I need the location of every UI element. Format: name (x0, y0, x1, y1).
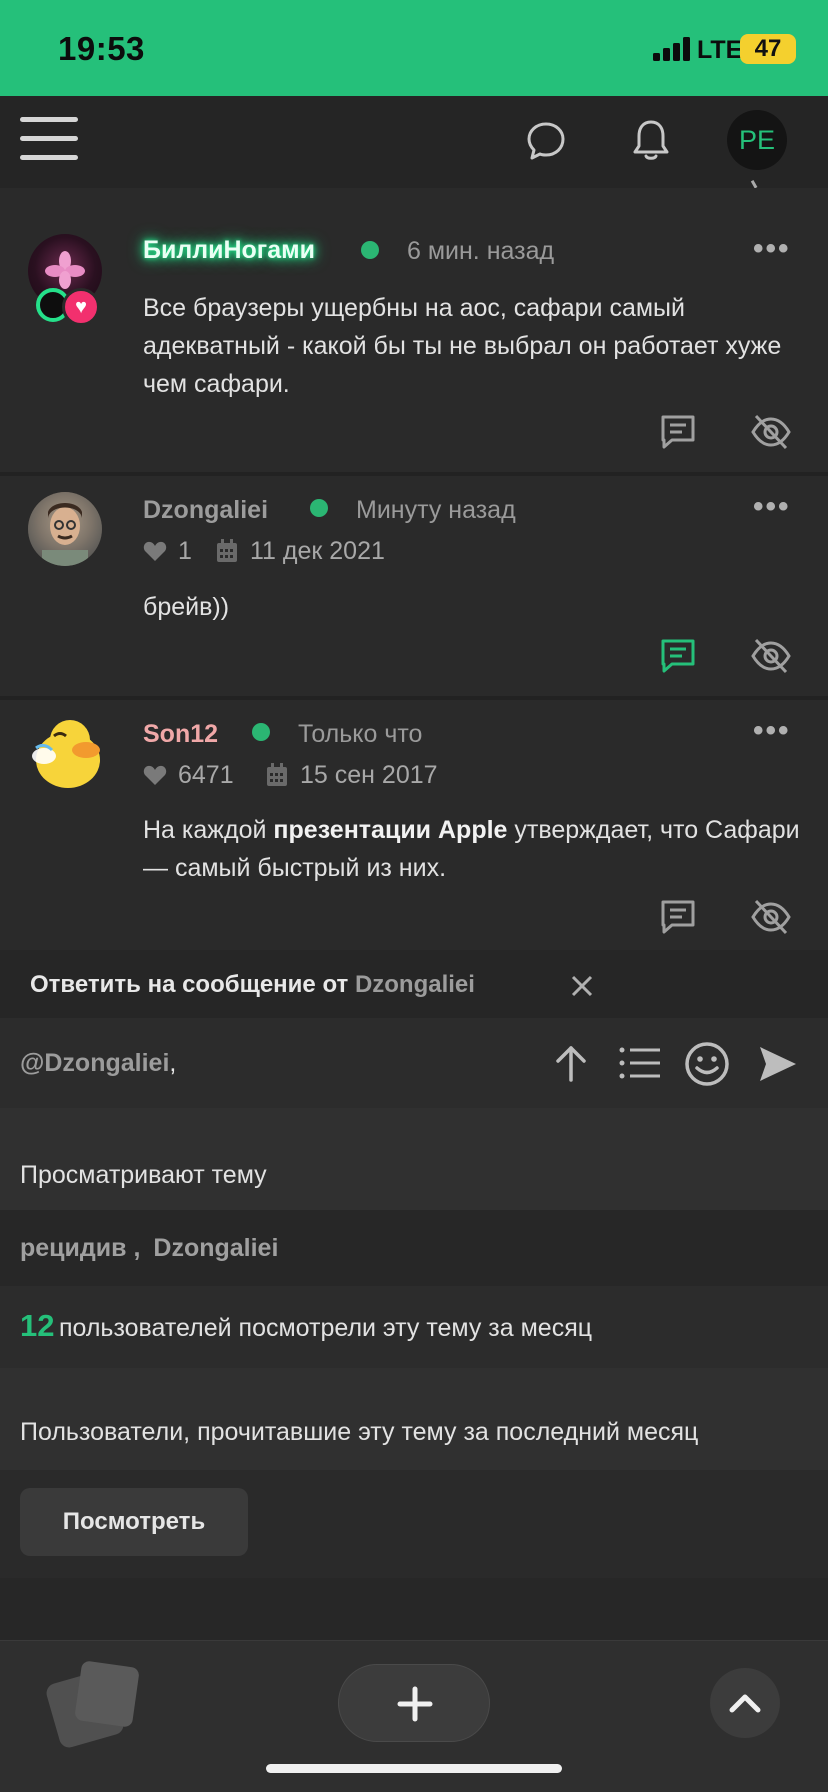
more-options-icon[interactable]: ••• (753, 714, 791, 748)
readers-title: Пользователи, прочитавшие эту тему за по… (20, 1418, 699, 1446)
text-bold-link[interactable]: презентации Apple (273, 816, 507, 844)
calendar-icon (267, 763, 287, 786)
heart-icon (143, 765, 167, 785)
portrait-icon (28, 492, 102, 566)
reply-icon[interactable] (658, 897, 698, 937)
mention-suffix: , (169, 1049, 177, 1077)
reply-icon[interactable] (658, 412, 698, 452)
text-part: На каждой (143, 816, 274, 844)
home-indicator (266, 1764, 562, 1773)
post-text: На каждой презентации Apple утверждает, … (143, 811, 813, 887)
chevron-up-icon (729, 1694, 761, 1713)
heart-icon (143, 541, 167, 561)
heart-badge-icon: ♥ (62, 288, 100, 326)
user-avatar[interactable]: PE (727, 110, 787, 170)
mention: @Dzongaliei (20, 1049, 170, 1077)
calendar-icon (217, 539, 237, 562)
scroll-top-button[interactable] (710, 1668, 780, 1738)
signal-icon (653, 37, 690, 61)
plus-icon (397, 1686, 433, 1722)
post-time[interactable]: Минуту назад (356, 496, 516, 525)
chat-icon[interactable] (526, 121, 566, 161)
send-icon[interactable] (758, 1044, 798, 1084)
list-icon[interactable] (618, 1046, 662, 1080)
view-button[interactable]: Посмотреть (20, 1488, 248, 1556)
post-time[interactable]: Только что (298, 720, 422, 749)
online-indicator (361, 241, 379, 259)
menu-icon[interactable] (20, 115, 78, 163)
post-username[interactable]: Dzongaliei (143, 496, 268, 525)
viewing-users-list: рецидив , Dzongaliei (20, 1234, 278, 1263)
emoji-icon[interactable] (684, 1041, 730, 1087)
monthly-text: пользователей посмотрели эту тему за мес… (58, 1314, 593, 1342)
close-icon[interactable] (570, 974, 594, 998)
battery-level: 47 (740, 34, 796, 64)
viewer-link[interactable]: Dzongaliei (153, 1234, 278, 1262)
viewer-link[interactable]: рецидив (20, 1234, 127, 1262)
upload-arrow-icon[interactable] (553, 1044, 589, 1082)
monthly-stats: 12 пользователей посмотрели эту тему за … (20, 1308, 592, 1344)
viewing-section (0, 1108, 828, 1210)
reply-to-label: Ответить на сообщение от Dzongaliei (30, 971, 475, 999)
separator: , (133, 1234, 141, 1262)
online-indicator (310, 499, 328, 517)
likes-count: 1 (178, 537, 192, 565)
online-indicator (252, 723, 270, 741)
hide-icon[interactable] (750, 897, 792, 937)
reply-icon-active[interactable] (658, 636, 698, 676)
top-nav (0, 96, 828, 188)
cards-icon[interactable] (74, 1660, 140, 1728)
reply-user[interactable]: Dzongaliei (355, 971, 475, 998)
avatar[interactable] (28, 492, 102, 566)
joined-date: 15 сен 2017 (300, 761, 438, 789)
more-options-icon[interactable]: ••• (753, 490, 791, 524)
network-type: LTE (697, 36, 743, 64)
hide-icon[interactable] (750, 412, 792, 452)
reply-text[interactable]: @Dzongaliei, (20, 1049, 176, 1078)
monthly-count: 12 (20, 1308, 55, 1343)
reply-prefix: Ответить на сообщение от (30, 971, 349, 998)
viewing-title: Просматривают тему (20, 1161, 267, 1189)
post-time[interactable]: 6 мин. назад (407, 237, 554, 266)
new-post-button[interactable] (338, 1664, 490, 1742)
more-options-icon[interactable]: ••• (753, 232, 791, 266)
joined-date: 11 дек 2021 (250, 537, 385, 565)
post-text: брейв)) (143, 593, 230, 621)
status-time: 19:53 (58, 30, 145, 67)
post-username[interactable]: Son12 (143, 720, 218, 749)
hide-icon[interactable] (750, 636, 792, 676)
likes-count: 6471 (178, 761, 234, 789)
bell-icon[interactable] (631, 118, 671, 162)
duck-avatar[interactable] (26, 714, 104, 792)
post-text: Все браузеры ущербны на аос, сафари самы… (143, 294, 782, 398)
post-username[interactable]: БиллиНогами (143, 236, 315, 265)
